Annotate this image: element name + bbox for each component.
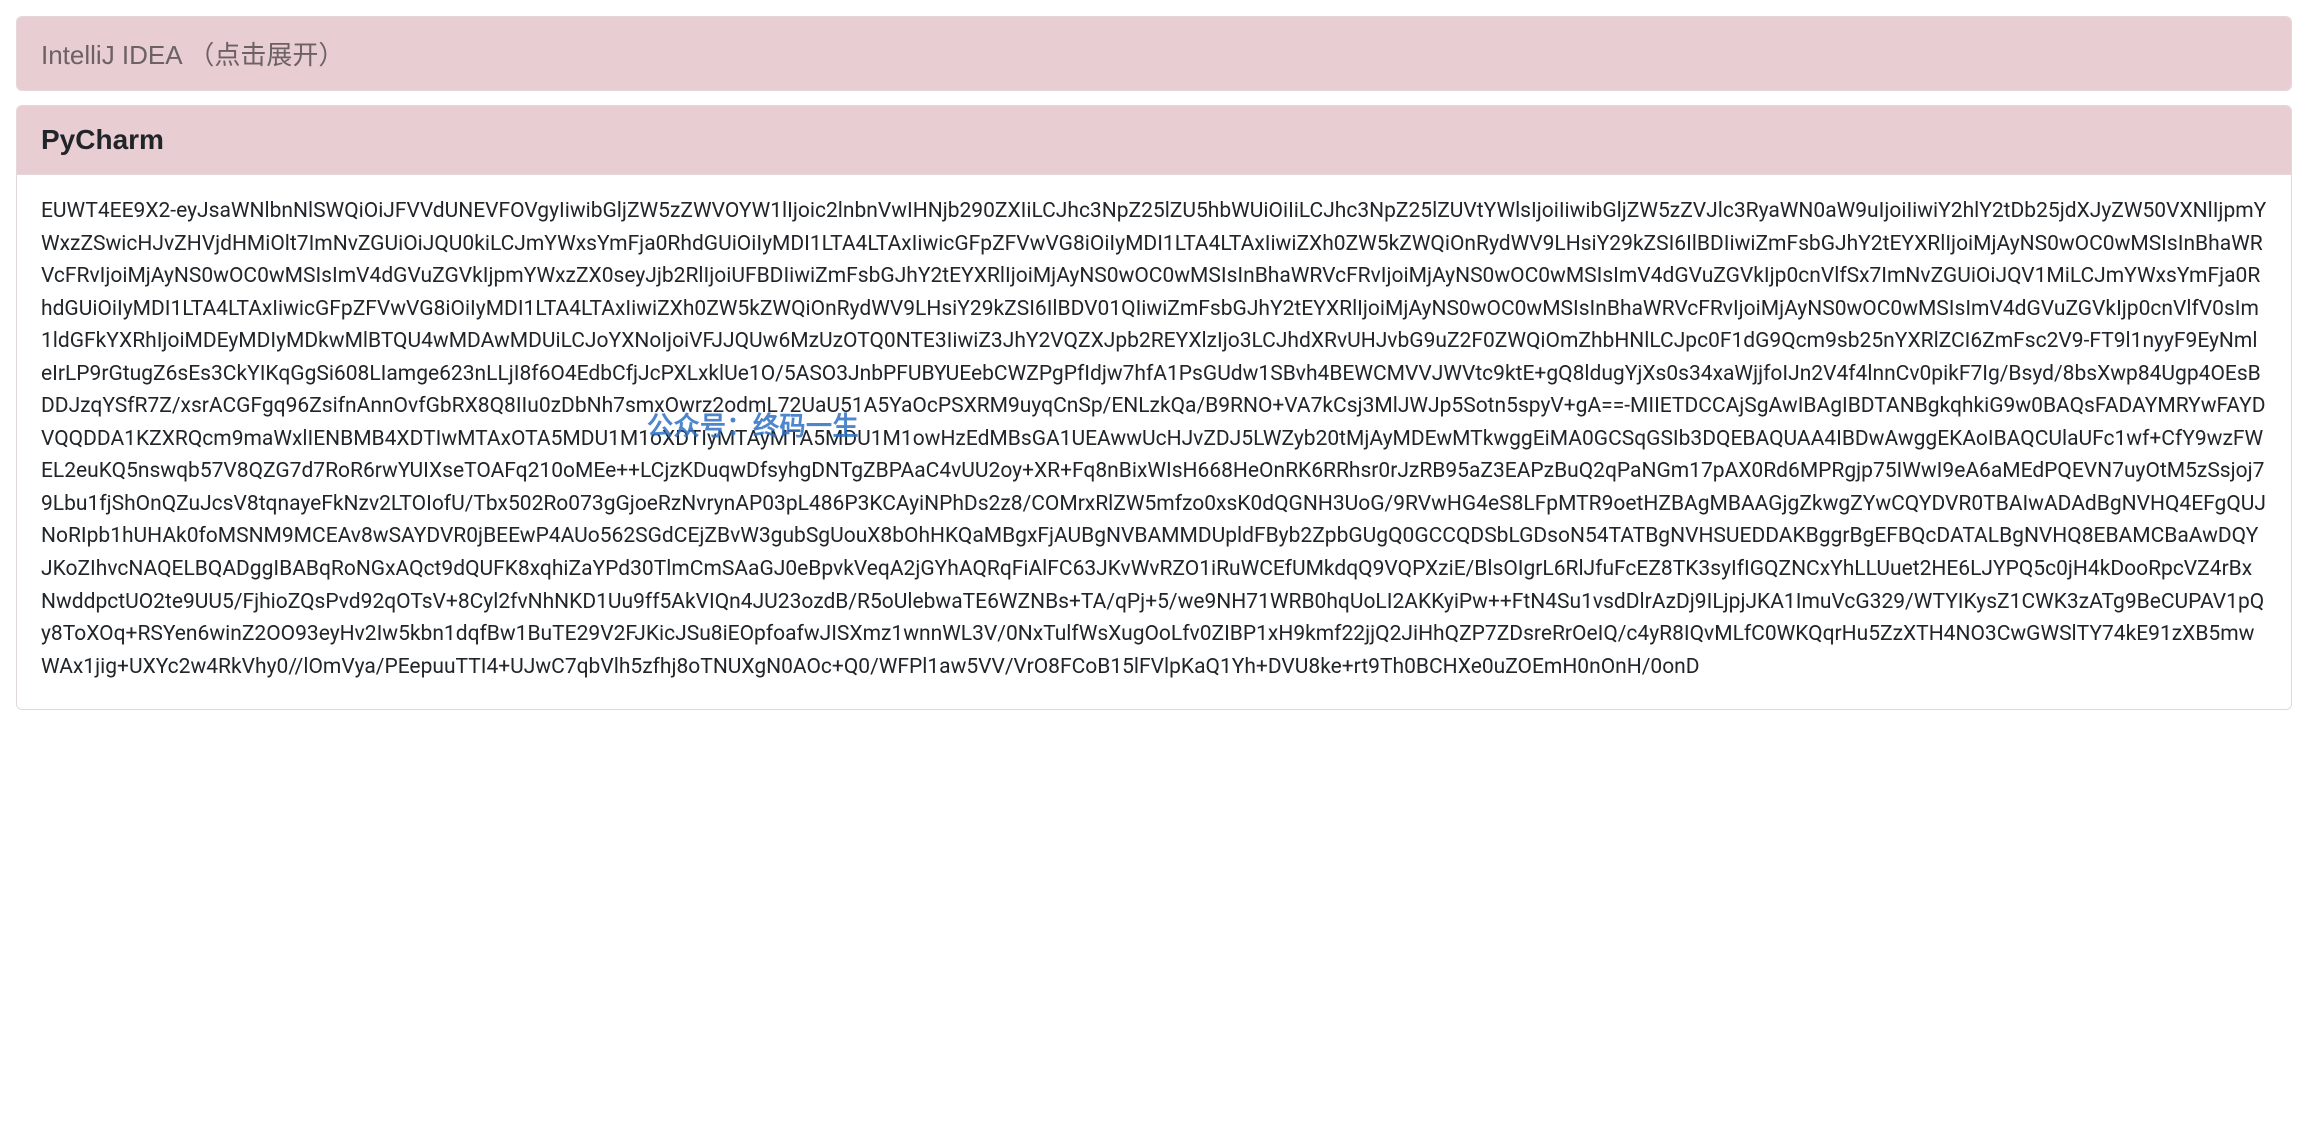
accordion-header-pycharm[interactable]: PyCharm — [17, 106, 2291, 174]
accordion: IntelliJ IDEA （点击展开） PyCharm 公众号：终码一生 EU… — [16, 16, 2292, 710]
accordion-body-pycharm: 公众号：终码一生 EUWT4EE9X2-eyJsaWNlbnNlSWQiOiJF… — [17, 174, 2291, 709]
accordion-title: IntelliJ IDEA （点击展开） — [41, 35, 344, 72]
accordion-title: PyCharm — [41, 124, 164, 156]
accordion-header-intellij[interactable]: IntelliJ IDEA （点击展开） — [17, 17, 2291, 90]
accordion-item-intellij: IntelliJ IDEA （点击展开） — [16, 16, 2292, 91]
accordion-content: EUWT4EE9X2-eyJsaWNlbnNlSWQiOiJFVVdUNEVFO… — [41, 199, 2266, 679]
accordion-item-pycharm: PyCharm 公众号：终码一生 EUWT4EE9X2-eyJsaWNlbnNl… — [16, 105, 2292, 710]
